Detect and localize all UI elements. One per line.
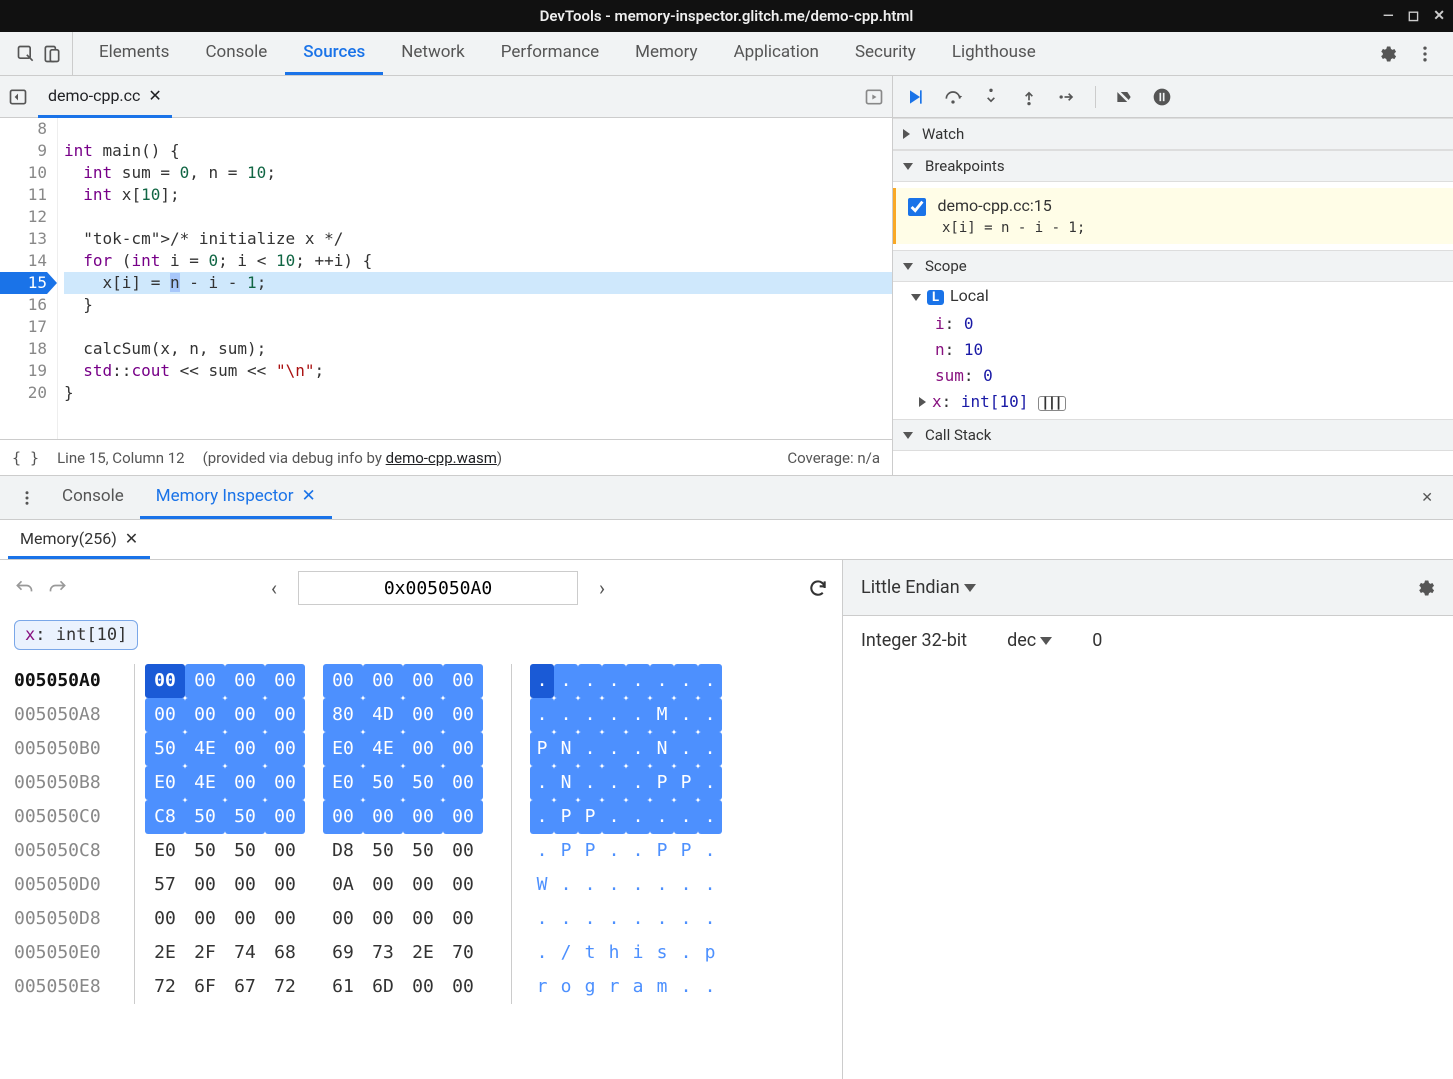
interpreted-value: 0 bbox=[1092, 630, 1102, 651]
deactivate-breakpoints-icon[interactable] bbox=[1114, 87, 1134, 107]
line-col-status: Line 15, Column 12 bbox=[57, 449, 184, 467]
close-icon[interactable]: ✕ bbox=[1433, 8, 1445, 24]
variable-chip[interactable]: x: int[10] bbox=[14, 620, 138, 650]
undo-icon[interactable] bbox=[14, 578, 34, 598]
resume-icon[interactable] bbox=[905, 87, 925, 107]
scope-local[interactable]: LLocal bbox=[893, 282, 1453, 309]
redo-icon[interactable] bbox=[48, 578, 68, 598]
scope-var[interactable]: n: 10 bbox=[935, 337, 1443, 363]
value-type-label: Integer 32-bit bbox=[861, 630, 967, 651]
tab-security[interactable]: Security bbox=[837, 32, 934, 75]
refresh-icon[interactable] bbox=[808, 578, 828, 598]
drawer-tab-console[interactable]: Console bbox=[46, 476, 140, 519]
devtools-tabbar: ElementsConsoleSourcesNetworkPerformance… bbox=[0, 32, 1453, 76]
hex-grid[interactable]: 005050A00000000000000000........005050A8… bbox=[0, 660, 842, 1018]
code-editor[interactable]: 891011121314151617181920 int main() { in… bbox=[0, 118, 892, 439]
sources-pane: demo-cpp.cc ✕ 891011121314151617181920 i… bbox=[0, 76, 893, 475]
breakpoint-code: x[i] = n - i - 1; bbox=[908, 216, 1441, 236]
value-settings-icon[interactable] bbox=[1415, 578, 1435, 598]
tab-application[interactable]: Application bbox=[716, 32, 837, 75]
value-format-select[interactable]: dec bbox=[1007, 630, 1052, 651]
breakpoints-section[interactable]: Breakpoints bbox=[893, 150, 1453, 182]
tab-memory[interactable]: Memory bbox=[617, 32, 715, 75]
step-over-icon[interactable] bbox=[943, 87, 963, 107]
watch-section[interactable]: Watch bbox=[893, 118, 1453, 150]
tab-sources[interactable]: Sources bbox=[285, 32, 383, 75]
minimize-icon[interactable]: — bbox=[1383, 8, 1394, 24]
close-tab-icon[interactable]: ✕ bbox=[148, 86, 161, 105]
drawer-menu-icon[interactable] bbox=[8, 476, 46, 519]
snippets-run-icon[interactable] bbox=[864, 87, 884, 107]
scope-section[interactable]: Scope bbox=[893, 250, 1453, 282]
debugger-toolbar bbox=[893, 76, 1453, 118]
tab-elements[interactable]: Elements bbox=[81, 32, 187, 75]
step-out-icon[interactable] bbox=[1019, 87, 1039, 107]
step-icon[interactable] bbox=[1057, 87, 1077, 107]
source-statusbar: { } Line 15, Column 12 (provided via deb… bbox=[0, 439, 892, 475]
breakpoint-item[interactable]: demo-cpp.cc:15 x[i] = n - i - 1; bbox=[893, 188, 1453, 244]
file-tab-label: demo-cpp.cc bbox=[48, 86, 140, 105]
endianness-select[interactable]: Little Endian bbox=[861, 577, 976, 598]
format-code-icon[interactable]: { } bbox=[12, 449, 39, 467]
memory-tab[interactable]: Memory(256) ✕ bbox=[8, 521, 150, 559]
debugger-pane: Watch Breakpoints demo-cpp.cc:15 x[i] = … bbox=[893, 76, 1453, 475]
file-tab-demo-cpp[interactable]: demo-cpp.cc ✕ bbox=[38, 76, 172, 118]
local-badge: L bbox=[927, 290, 944, 305]
kebab-menu-icon[interactable] bbox=[1415, 44, 1435, 64]
debug-info-status: (provided via debug info by demo-cpp.was… bbox=[203, 449, 503, 467]
breakpoint-checkbox[interactable] bbox=[908, 198, 926, 216]
maximize-icon[interactable]: ◻ bbox=[1408, 8, 1420, 24]
tab-network[interactable]: Network bbox=[383, 32, 483, 75]
hex-toolbar: ‹ › bbox=[0, 560, 842, 616]
reveal-in-memory-icon[interactable]: ┃┃┃ bbox=[1038, 396, 1066, 411]
pause-exceptions-icon[interactable] bbox=[1152, 87, 1172, 107]
drawer-tab-memory-inspector[interactable]: Memory Inspector ✕ bbox=[140, 476, 332, 519]
inspect-element-icon[interactable] bbox=[16, 44, 36, 64]
close-drawer-icon[interactable]: ✕ bbox=[1409, 476, 1445, 519]
close-memory-tab-icon[interactable]: ✕ bbox=[125, 529, 138, 548]
tab-performance[interactable]: Performance bbox=[483, 32, 617, 75]
scope-var[interactable]: x: int[10] ┃┃┃ bbox=[935, 389, 1443, 417]
settings-gear-icon[interactable] bbox=[1377, 44, 1397, 64]
step-into-icon[interactable] bbox=[981, 87, 1001, 107]
debug-info-link[interactable]: demo-cpp.wasm bbox=[386, 449, 497, 467]
window-title: DevTools - memory-inspector.glitch.me/de… bbox=[540, 7, 914, 25]
drawer: Console Memory Inspector ✕ ✕ Memory(256)… bbox=[0, 476, 1453, 1079]
coverage-status: Coverage: n/a bbox=[787, 449, 880, 467]
window-titlebar: DevTools - memory-inspector.glitch.me/de… bbox=[0, 0, 1453, 32]
tab-console[interactable]: Console bbox=[187, 32, 285, 75]
close-drawer-tab-icon[interactable]: ✕ bbox=[302, 486, 316, 506]
navigator-toggle-icon[interactable] bbox=[8, 87, 28, 107]
value-interpreter: Little Endian Integer 32-bit dec 0 bbox=[843, 560, 1453, 1079]
next-page-icon[interactable]: › bbox=[592, 578, 612, 598]
device-toggle-icon[interactable] bbox=[42, 44, 62, 64]
callstack-section[interactable]: Call Stack bbox=[893, 419, 1453, 451]
address-input[interactable] bbox=[298, 571, 578, 605]
prev-page-icon[interactable]: ‹ bbox=[264, 578, 284, 598]
breakpoint-label: demo-cpp.cc:15 bbox=[937, 196, 1051, 215]
scope-var[interactable]: i: 0 bbox=[935, 311, 1443, 337]
tab-lighthouse[interactable]: Lighthouse bbox=[934, 32, 1054, 75]
scope-var[interactable]: sum: 0 bbox=[935, 363, 1443, 389]
